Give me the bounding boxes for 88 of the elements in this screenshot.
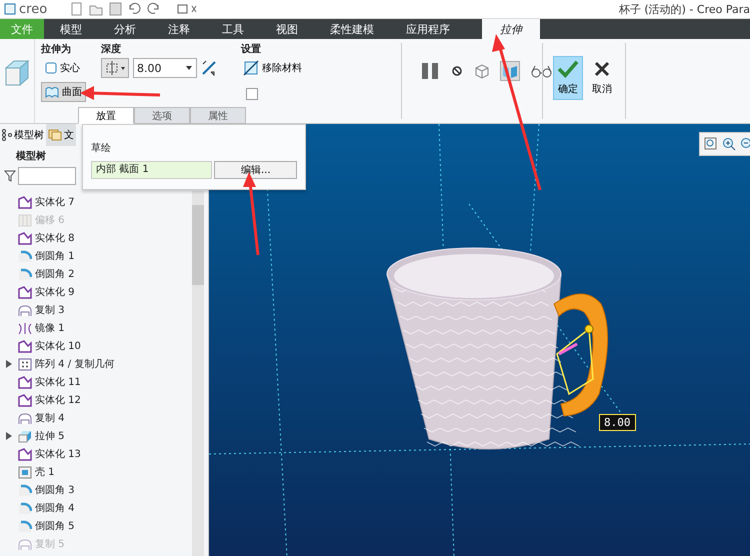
cancel-button[interactable]: 取消 (587, 56, 617, 100)
tree-item[interactable]: 复制 3 (35, 303, 65, 317)
depth-field[interactable]: 8.00 (133, 58, 197, 78)
copy-feature-icon (18, 304, 32, 316)
dimension-label[interactable]: 8.00 (599, 414, 636, 431)
round-feature-icon (18, 520, 32, 532)
panel-tab[interactable]: 属性 (190, 107, 246, 124)
tree-item[interactable]: 倒圆角 4 (35, 501, 75, 515)
tree-item[interactable]: 实体化 9 (35, 285, 75, 299)
solidify-feature-icon (18, 196, 32, 208)
remove-material-button[interactable]: 移除材料 (241, 58, 304, 78)
group-label: 设置 (241, 42, 262, 54)
tree-item[interactable]: 实体化 11 (35, 375, 81, 389)
solidify-feature-icon (18, 394, 32, 406)
navigator-tab[interactable]: 文 (46, 124, 76, 146)
solidify-feature-icon (18, 232, 32, 244)
tree-item[interactable]: 实体化 7 (35, 195, 75, 209)
solid-icon (45, 62, 57, 74)
round-feature-icon (18, 502, 32, 514)
copy-feature-icon (18, 538, 32, 550)
group-label: 拉伸为 (41, 42, 72, 54)
expand-arrow-icon[interactable] (6, 432, 12, 440)
solidify-feature-icon (18, 448, 32, 460)
group-label: 深度 (101, 42, 122, 54)
ribbon-tab[interactable]: 模型 (44, 19, 98, 39)
round-feature-icon (18, 250, 32, 262)
tree-item[interactable]: 阵列 4 / 复制几何 (35, 357, 114, 371)
surface-icon (45, 86, 59, 98)
remove-material-icon (243, 60, 259, 76)
ribbon-tab[interactable]: 应用程序 (390, 19, 466, 39)
filter-icon[interactable] (4, 170, 16, 182)
shell-feature-icon (18, 466, 32, 478)
ribbon-tab[interactable]: 柔性建模 (314, 19, 390, 39)
dropdown-caret-icon[interactable] (185, 65, 193, 71)
tree-item[interactable]: 倒圆角 3 (35, 483, 75, 497)
section-field[interactable]: 内部 截面 1 (91, 161, 212, 179)
edit-button[interactable]: 编辑... (214, 161, 297, 179)
sketch-label: 草绘 (91, 142, 112, 155)
scrollbar[interactable] (192, 191, 204, 556)
tree-item[interactable]: 壳 1 (35, 465, 55, 479)
extrude-feature-icon (18, 430, 32, 442)
flip-icon[interactable] (201, 60, 217, 76)
close-icon (593, 60, 611, 78)
ribbon-tab[interactable]: 注释 (152, 19, 206, 39)
tree-item[interactable]: 镜像 1 (35, 321, 65, 335)
ribbon-tab[interactable]: 分析 (98, 19, 152, 39)
extrude-type-button[interactable]: 实心 (41, 58, 84, 78)
stop-icon[interactable] (450, 64, 464, 78)
ribbon-tab[interactable]: 视图 (260, 19, 314, 39)
solidify-feature-icon (18, 376, 32, 388)
tree-item[interactable]: 倒圆角 5 (35, 519, 75, 533)
folders-icon (48, 129, 62, 141)
tree-item[interactable]: 倒圆角 2 (35, 267, 75, 281)
extrude-type-button[interactable]: 曲面 (41, 82, 86, 102)
copy-feature-icon (18, 412, 32, 424)
solidify-feature-icon (18, 340, 32, 352)
tree-item[interactable]: 实体化 12 (35, 393, 81, 407)
ribbon-tab[interactable]: 拉伸 (482, 19, 540, 39)
tree-icon (2, 129, 12, 141)
cube-icon (4, 58, 30, 88)
tree-item[interactable]: 实体化 10 (35, 339, 81, 353)
panel-tab[interactable]: 选项 (134, 107, 190, 124)
mirror-feature-icon (18, 322, 32, 334)
tree-item[interactable]: 复制 4 (35, 411, 65, 425)
tree-item[interactable]: 拉伸 5 (35, 429, 65, 443)
window-title: 杯子 (活动的) - Creo Para (618, 2, 750, 16)
tree-item[interactable]: 倒圆角 1 (35, 249, 75, 263)
ribbon-tab[interactable]: 工具 (206, 19, 260, 39)
filter-field[interactable] (18, 167, 76, 185)
logo-icon (4, 3, 16, 15)
panel-tab[interactable]: 放置 (78, 107, 134, 124)
pattern-feature-icon (18, 358, 32, 370)
round-feature-icon (18, 484, 32, 496)
zoom-fit-icon[interactable] (704, 137, 718, 151)
zoom-out-icon[interactable] (740, 137, 750, 151)
offset-feature-icon (18, 214, 32, 226)
depth-option-button[interactable] (101, 58, 129, 78)
tree-item[interactable]: 实体化 13 (35, 447, 81, 461)
ok-button[interactable]: 确定 (553, 56, 583, 100)
app-logo: creo (19, 2, 48, 16)
checkmark-icon (556, 60, 580, 78)
tree-item[interactable]: 实体化 8 (35, 231, 75, 245)
solidify-feature-icon (18, 286, 32, 298)
panel-heading: 模型树 (14, 150, 46, 164)
thicken-checkbox[interactable] (246, 88, 258, 100)
zoom-in-icon[interactable] (722, 137, 736, 151)
expand-arrow-icon[interactable] (6, 360, 12, 368)
round-feature-icon (18, 268, 32, 280)
